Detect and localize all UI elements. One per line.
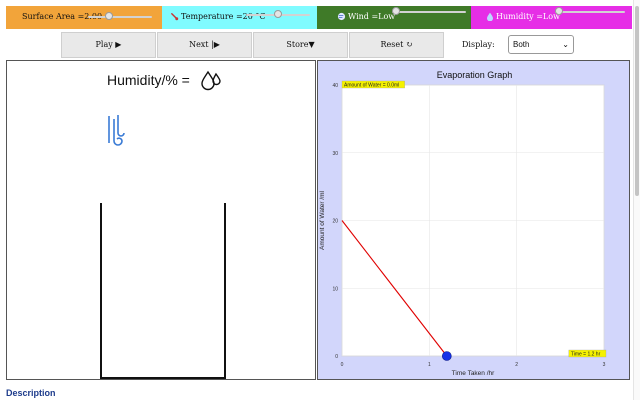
y-tick-label: 30 — [332, 151, 338, 157]
beaker — [100, 203, 226, 379]
wind-slider-thumb[interactable] — [392, 7, 400, 15]
wind-control: Wind =Low — [317, 6, 471, 29]
simulation-panel: Humidity/% = — [6, 60, 316, 380]
page-scrollbar-thumb[interactable] — [635, 6, 639, 196]
time-annotation: Time = 1.2 hr — [571, 352, 601, 358]
y-tick-label: 40 — [332, 83, 338, 89]
x-tick-label: 3 — [603, 362, 606, 368]
reset-button[interactable]: Reset ↻ — [349, 32, 444, 58]
humidity-slider-thumb[interactable] — [555, 7, 563, 15]
page-scrollbar[interactable] — [633, 0, 640, 400]
wind-label: Wind =Low — [337, 12, 395, 21]
surface-area-control: Surface Area =2.00 — [6, 6, 162, 29]
wind-icon — [337, 12, 346, 21]
humidity-slider[interactable] — [555, 7, 625, 15]
y-tick-label: 0 — [335, 354, 338, 360]
humidity-control: Humidity =Low — [471, 6, 632, 29]
water-amount-annotation: Amount of Water = 0.0ml — [344, 83, 399, 89]
x-tick-label: 0 — [341, 362, 344, 368]
x-tick-label: 2 — [515, 362, 518, 368]
surface-area-slider-thumb[interactable] — [104, 12, 113, 20]
y-axis-label: Amount of Water /ml — [319, 190, 326, 250]
humidity-label: Humidity =Low — [486, 12, 560, 21]
temperature-slider-thumb[interactable] — [274, 10, 282, 18]
humidity-title: Humidity/% = — [107, 72, 190, 88]
current-point-marker — [442, 351, 452, 361]
chevron-down-icon: ⌄ — [562, 40, 569, 49]
display-select[interactable]: Both ⌄ — [508, 35, 574, 54]
evaporation-chart: 0 1 2 3010203040Time Taken /hrAmount of Wat… — [319, 80, 607, 377]
display-select-value: Both — [513, 40, 530, 49]
humidity-drops-icon — [201, 70, 221, 91]
x-tick-label: 1 — [428, 362, 431, 368]
play-button[interactable]: Play ▶ — [61, 32, 156, 58]
parameter-bar: Surface Area =2.00 Temperature =20 °C Wi… — [6, 6, 632, 29]
graph-panel: Evaporation Graph 0 1 2 3 0 10 20 30 40 Time Take… — [317, 60, 630, 380]
next-button[interactable]: Next |▶ — [157, 32, 252, 58]
temperature-slider[interactable] — [246, 10, 310, 18]
droplet-icon — [487, 12, 493, 21]
surface-area-slider[interactable] — [88, 12, 152, 20]
description-heading[interactable]: Description — [6, 388, 56, 398]
x-axis-label: Time Taken /hr — [452, 370, 495, 377]
y-tick-label: 10 — [332, 286, 338, 292]
wind-slider[interactable] — [392, 7, 466, 15]
wind-gust-icon — [108, 115, 125, 146]
temperature-control: Temperature =20 °C — [162, 6, 317, 29]
thermometer-icon — [171, 13, 179, 21]
y-tick-label: 20 — [332, 219, 338, 225]
store-button[interactable]: Store▼ — [253, 32, 348, 58]
display-label: Display: — [462, 40, 495, 49]
